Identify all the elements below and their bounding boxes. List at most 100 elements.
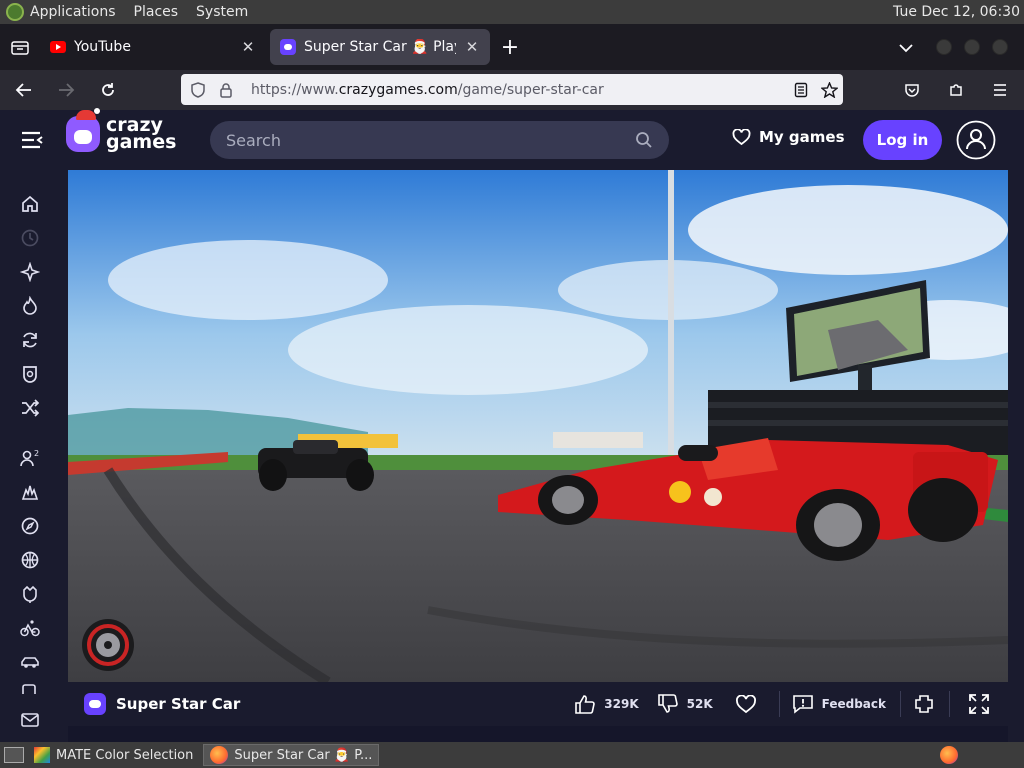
mate-logo-icon (6, 3, 24, 21)
site-header: crazy games My games Log in (0, 108, 1024, 170)
color-selection-icon (34, 747, 50, 763)
extensions-button[interactable] (938, 74, 974, 106)
app-menu-button[interactable] (982, 74, 1018, 106)
my-games-button[interactable]: My games (732, 128, 845, 146)
pocket-icon (905, 84, 919, 97)
tab-youtube[interactable]: YouTube ✕ (40, 29, 266, 65)
car-icon[interactable] (20, 652, 40, 672)
taskbar-item-label: Super Star Car 🎅 P... (234, 747, 373, 763)
list-all-tabs-button[interactable] (876, 38, 936, 57)
search-input[interactable] (226, 130, 635, 150)
tab-title: YouTube (74, 39, 131, 55)
game-scene[interactable] (68, 170, 1008, 682)
show-desktop-icon[interactable] (4, 747, 24, 763)
back-button[interactable] (6, 74, 42, 106)
fullscreen-button[interactable] (968, 693, 990, 715)
tab-close-icon[interactable]: ✕ (240, 38, 256, 56)
close-window-button[interactable] (992, 39, 1008, 55)
adventure-icon[interactable] (20, 516, 40, 536)
lock-icon[interactable] (215, 82, 237, 98)
thumbs-down-icon (657, 694, 678, 713)
crazygames-logo[interactable]: crazy games (66, 108, 176, 152)
taskbar: MATE Color Selection Super Star Car 🎅 P.… (0, 742, 1024, 768)
like-count: 329K (604, 697, 639, 711)
like-button[interactable]: 329K (574, 694, 639, 714)
chevron-down-icon (899, 43, 913, 52)
dislike-button[interactable]: 52K (657, 694, 713, 714)
forward-arrow-icon (59, 83, 75, 97)
new-tab-button[interactable]: + (490, 35, 530, 60)
tab-list-button[interactable] (0, 24, 40, 70)
taskbar-item-color-selection[interactable]: MATE Color Selection (28, 744, 199, 766)
url-path: /game/super-star-car (457, 81, 604, 98)
pocket-button[interactable] (894, 74, 930, 106)
crazygames-game-icon (84, 693, 106, 715)
reload-button[interactable] (90, 74, 126, 106)
tracking-protection-shield-icon[interactable] (187, 81, 209, 98)
hot-icon[interactable] (20, 295, 40, 316)
bookmark-star-icon[interactable] (815, 81, 843, 98)
login-button[interactable]: Log in (863, 120, 942, 160)
tab-list-icon (11, 41, 29, 55)
tab-strip: YouTube ✕ Super Star Car 🎅 Play on Cr ✕ … (0, 24, 1024, 70)
forward-button[interactable] (48, 74, 84, 106)
page-below-game (68, 726, 1008, 742)
places-menu-label: Places (133, 4, 179, 20)
embed-button[interactable] (913, 693, 935, 715)
menu-collapse-icon (22, 131, 43, 149)
sidebar-toggle-button[interactable] (20, 128, 44, 152)
dislike-count: 52K (686, 697, 713, 711)
casual-icon[interactable] (20, 584, 40, 604)
minimize-window-button[interactable] (936, 39, 952, 55)
logo-wordmark: crazy games (106, 116, 176, 152)
tab-super-star-car[interactable]: Super Star Car 🎅 Play on Cr ✕ (270, 29, 490, 65)
maximize-window-button[interactable] (964, 39, 980, 55)
crazygames-logo-icon (66, 108, 100, 152)
feedback-button[interactable]: Feedback (792, 694, 886, 714)
bike-icon[interactable] (20, 618, 40, 638)
reload-icon (102, 83, 114, 96)
divider (778, 691, 780, 717)
profile-button[interactable] (956, 120, 996, 164)
embed-share-icon (915, 695, 933, 713)
taskbar-item-label: MATE Color Selection (56, 747, 194, 763)
system-menu[interactable]: System (196, 4, 248, 20)
random-icon[interactable] (20, 398, 40, 418)
game-canvas[interactable] (68, 170, 1008, 682)
system-top-panel: Applications Places System Tue Dec 12, 0… (0, 0, 1024, 24)
thumbs-up-icon (575, 695, 596, 714)
card-icon[interactable] (20, 682, 40, 694)
taskbar-item-firefox[interactable]: Super Star Car 🎅 P... (203, 744, 380, 766)
clock[interactable]: Tue Dec 12, 06:30 (893, 4, 1024, 20)
places-menu[interactable]: Places (134, 4, 179, 20)
fullscreen-icon (969, 694, 989, 714)
applications-menu[interactable]: Applications (6, 3, 116, 21)
mail-icon[interactable] (20, 710, 40, 730)
youtube-icon (50, 41, 66, 53)
favorite-button[interactable] (735, 694, 757, 714)
svg-text:2: 2 (34, 449, 39, 458)
game-title: Super Star Car (116, 695, 241, 713)
firefox-launcher-icon[interactable] (940, 746, 958, 764)
feedback-label: Feedback (821, 697, 886, 711)
updated-icon[interactable] (20, 330, 40, 350)
reader-view-icon[interactable] (787, 82, 815, 98)
recent-icon[interactable] (20, 228, 40, 248)
basketball-icon[interactable] (20, 550, 40, 570)
multiplayer-icon[interactable]: 2 (20, 448, 40, 468)
url-bar[interactable]: https://www.crazygames.com/game/super-st… (181, 74, 843, 105)
search-bar (210, 121, 669, 159)
action-icon[interactable] (20, 482, 40, 502)
system-menu-label: System (196, 4, 249, 20)
tab-close-icon[interactable]: ✕ (464, 38, 480, 56)
url-host: crazygames.com (338, 81, 458, 98)
home-icon[interactable] (20, 194, 40, 214)
new-icon[interactable] (19, 261, 41, 283)
search-icon[interactable] (635, 131, 653, 149)
divider (949, 691, 950, 717)
game-info-bar: Super Star Car 329K 52K Feedback (68, 682, 1008, 726)
heart-icon (735, 694, 756, 713)
url-text: https://www.crazygames.com/game/super-st… (251, 82, 787, 98)
originals-icon[interactable] (20, 364, 40, 384)
category-sidebar: 2 (0, 170, 60, 742)
